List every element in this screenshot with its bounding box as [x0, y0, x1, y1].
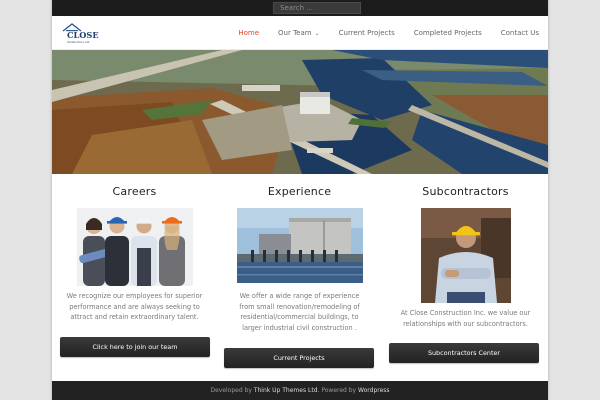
team-people-image — [76, 208, 193, 286]
logo-name: CLOSE — [67, 30, 99, 40]
nav-contact-us-label: Contact Us — [500, 29, 539, 37]
site-header: CLOSE Construction, Ltd. Home Our Team ⌄ … — [52, 16, 548, 50]
chevron-down-icon: ⌄ — [314, 29, 320, 37]
hero-aerial-illustration — [52, 50, 548, 174]
footer-developer-link[interactable]: Think Up Themes Ltd — [254, 387, 318, 394]
experience-section: Experience We offer a wide range of expe… — [217, 174, 382, 368]
subcontractors-center-button[interactable]: Subcontractors Center — [389, 343, 539, 363]
footer-prefix: Developed by — [210, 387, 254, 394]
top-bar — [52, 0, 548, 16]
nav-our-team-label: Our Team — [278, 29, 312, 37]
subcontractors-title: Subcontractors — [422, 185, 509, 198]
subcontractors-text: At Close Construction Inc. we value our … — [400, 309, 531, 328]
worker-image — [420, 208, 511, 303]
site-footer: Developed by Think Up Themes Ltd. Powere… — [52, 381, 548, 400]
experience-photo — [236, 208, 363, 283]
current-projects-button[interactable]: Current Projects — [224, 348, 374, 368]
nav-contact-us[interactable]: Contact Us — [491, 29, 548, 37]
nav-completed-projects-label: Completed Projects — [413, 29, 482, 37]
experience-title: Experience — [267, 185, 332, 198]
logo-house-icon: CLOSE Construction, Ltd. — [62, 23, 99, 44]
subcontractors-photo — [420, 208, 511, 303]
experience-text: We offer a wide range of experience from… — [239, 292, 360, 332]
industrial-building-image — [236, 208, 363, 283]
nav-completed-projects[interactable]: Completed Projects — [404, 29, 491, 37]
logo[interactable]: CLOSE Construction, Ltd. — [60, 21, 108, 45]
careers-title: Careers — [112, 185, 157, 198]
footer-platform-link[interactable]: Wordpress — [358, 387, 390, 394]
nav-home-label: Home — [238, 29, 260, 37]
subcontractors-section: Subcontractors At Close Construction Inc… — [383, 174, 548, 363]
logo-sub: Construction, Ltd. — [67, 40, 90, 44]
careers-text: We recognize our employees for superior … — [66, 292, 203, 321]
footer-middle: . Powered by — [317, 387, 359, 394]
page-container: CLOSE Construction, Ltd. Home Our Team⌄ … — [52, 0, 548, 400]
nav-home[interactable]: Home — [228, 29, 268, 37]
search-input[interactable] — [273, 2, 361, 14]
hero-image — [52, 50, 548, 174]
nav-current-projects[interactable]: Current Projects — [329, 29, 404, 37]
nav-our-team[interactable]: Our Team ⌄ — [268, 29, 329, 37]
nav-current-projects-label: Current Projects — [338, 29, 395, 37]
main-nav: Home Our Team ⌄ Current Projects Complete… — [228, 16, 548, 50]
careers-photo — [76, 208, 193, 286]
join-team-button[interactable]: Click here to join our team — [60, 336, 210, 357]
careers-section: Careers We recognize our employees for s… — [52, 174, 217, 357]
